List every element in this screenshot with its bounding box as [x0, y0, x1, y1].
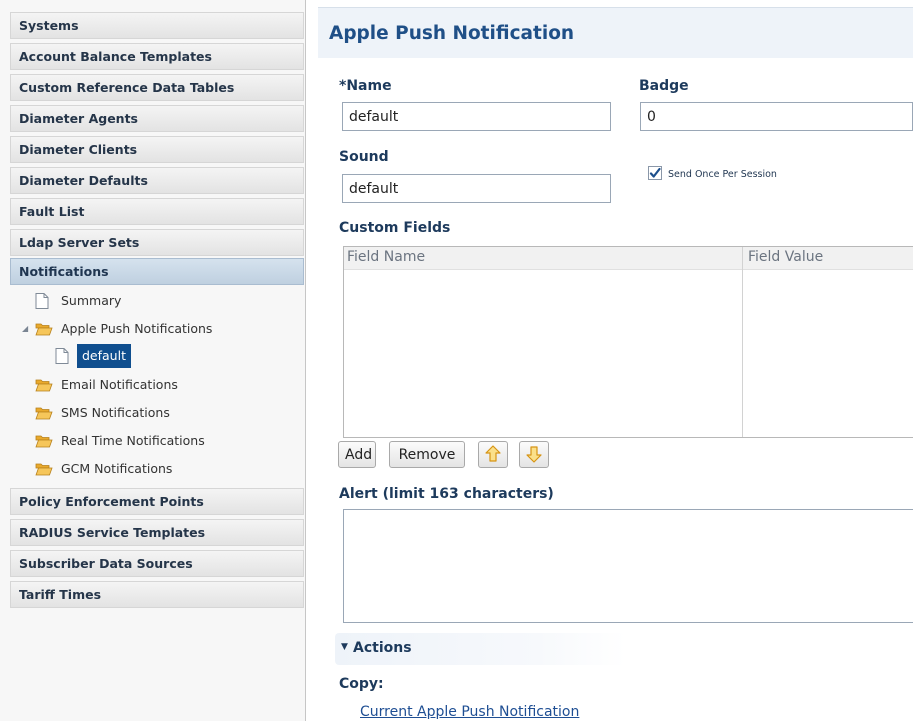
- send-once-label: Send Once Per Session: [668, 169, 777, 180]
- tree-item-label: Apple Push Notifications: [61, 321, 213, 336]
- copy-label: Copy:: [339, 676, 384, 692]
- section-account-balance-templates[interactable]: Account Balance Templates: [10, 43, 304, 70]
- section-policy-enforcement-points[interactable]: Policy Enforcement Points: [10, 488, 304, 515]
- folder-open-icon: [35, 433, 53, 449]
- expand-triangle-icon[interactable]: ◢: [22, 324, 28, 333]
- tree-item-label: GCM Notifications: [61, 461, 173, 476]
- name-input[interactable]: [342, 102, 611, 131]
- custom-fields-table[interactable]: Field Name Field Value: [343, 246, 913, 438]
- section-fault-list[interactable]: Fault List: [10, 198, 304, 225]
- sound-input[interactable]: [342, 174, 611, 203]
- name-label: *Name: [339, 78, 392, 94]
- badge-label: Badge: [639, 78, 689, 94]
- tree-item-label: Summary: [61, 293, 122, 308]
- arrow-down-icon: [526, 446, 542, 463]
- detail-panel: Apple Push Notification *Name Badge Soun…: [318, 0, 913, 721]
- tree-item-label: Real Time Notifications: [61, 433, 205, 448]
- section-ldap-server-sets[interactable]: Ldap Server Sets: [10, 229, 304, 256]
- folder-open-icon: [35, 321, 53, 337]
- copy-current-notification-link[interactable]: Current Apple Push Notification: [360, 704, 579, 720]
- move-up-button[interactable]: [478, 441, 508, 468]
- document-icon: [55, 348, 73, 364]
- tree-item-label: SMS Notifications: [61, 405, 170, 420]
- section-radius-service-templates[interactable]: RADIUS Service Templates: [10, 519, 304, 546]
- arrow-up-icon: [485, 445, 501, 462]
- table-header: Field Name Field Value: [344, 247, 913, 270]
- collapse-triangle-icon: ▼: [341, 642, 348, 652]
- section-notifications[interactable]: Notifications: [10, 258, 304, 285]
- section-custom-reference-data-tables[interactable]: Custom Reference Data Tables: [10, 74, 304, 101]
- column-header-field-value[interactable]: Field Value: [748, 249, 823, 265]
- navigation-sidebar: Systems Account Balance Templates Custom…: [0, 0, 306, 721]
- column-header-field-name[interactable]: Field Name: [347, 249, 425, 265]
- document-icon: [35, 293, 53, 309]
- section-tariff-times[interactable]: Tariff Times: [10, 581, 304, 608]
- checkbox-box[interactable]: [648, 166, 662, 180]
- checkmark-icon: [649, 167, 661, 178]
- section-diameter-agents[interactable]: Diameter Agents: [10, 105, 304, 132]
- folder-open-icon: [35, 461, 53, 477]
- folder-open-icon: [35, 405, 53, 421]
- section-diameter-clients[interactable]: Diameter Clients: [10, 136, 304, 163]
- sound-label: Sound: [339, 149, 389, 165]
- column-divider: [742, 247, 743, 437]
- tree-item-label: default: [77, 344, 131, 368]
- actions-section-toggle[interactable]: ▼ Actions: [335, 633, 626, 665]
- tree-item-label: Email Notifications: [61, 377, 178, 392]
- alert-label: Alert (limit 163 characters): [339, 486, 554, 502]
- alert-textarea[interactable]: [343, 509, 913, 623]
- folder-open-icon: [35, 377, 53, 393]
- move-down-button[interactable]: [519, 441, 549, 468]
- add-button[interactable]: Add: [338, 441, 376, 468]
- section-diameter-defaults[interactable]: Diameter Defaults: [10, 167, 304, 194]
- section-systems[interactable]: Systems: [10, 12, 304, 39]
- remove-button[interactable]: Remove: [389, 441, 465, 468]
- badge-input[interactable]: [640, 102, 913, 131]
- actions-label: Actions: [353, 640, 412, 656]
- custom-fields-label: Custom Fields: [339, 220, 451, 236]
- page-title: Apple Push Notification: [329, 23, 575, 44]
- section-subscriber-data-sources[interactable]: Subscriber Data Sources: [10, 550, 304, 577]
- title-bar: Apple Push Notification: [318, 7, 913, 58]
